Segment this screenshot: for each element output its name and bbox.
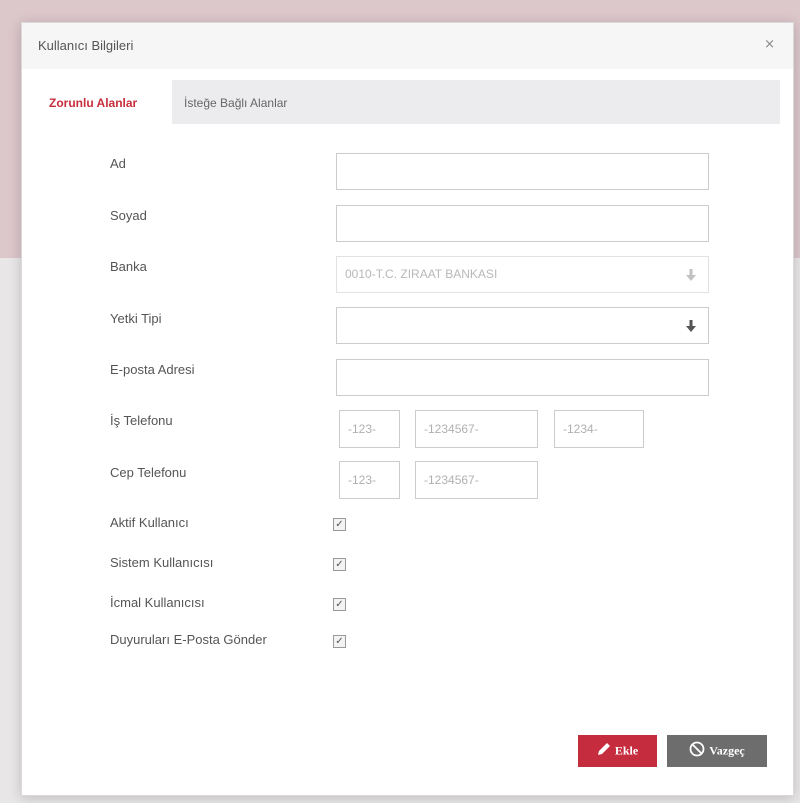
active-user-label: Aktif Kullanıcı [110,515,189,530]
email-input[interactable] [336,359,709,396]
dialog-header: Kullanıcı Bilgileri × [22,23,793,69]
summary-user-checkbox[interactable]: ✓ [333,598,346,611]
user-info-dialog: Kullanıcı Bilgileri × Zorunlu Alanlar İs… [21,22,794,796]
system-user-checkbox[interactable]: ✓ [333,558,346,571]
work-phone-extension-input[interactable] [554,410,644,448]
arrow-down-icon [686,257,696,292]
active-user-checkbox[interactable]: ✓ [333,518,346,531]
cancel-button-label: Vazgeç [709,743,745,758]
bank-label: Banka [110,259,147,274]
last-name-input[interactable] [336,205,709,242]
email-announcements-checkbox[interactable]: ✓ [333,635,346,648]
summary-user-label: İcmal Kullanıcısı [110,595,205,610]
ban-icon [689,741,705,761]
authority-type-label: Yetki Tipi [110,311,162,326]
work-phone-area-code-input[interactable] [339,410,400,448]
close-button[interactable]: × [764,37,775,52]
dialog-title: Kullanıcı Bilgileri [38,38,134,53]
mobile-phone-number-input[interactable] [415,461,538,499]
add-button-label: Ekle [614,743,639,758]
arrow-down-icon [686,308,696,343]
authority-type-select[interactable] [336,307,709,344]
last-name-label: Soyad [110,208,147,223]
add-button[interactable]: Ekle [578,735,657,767]
mobile-phone-area-code-input[interactable] [339,461,400,499]
email-label: E-posta Adresi [110,362,195,377]
first-name-label: Ad [110,156,126,171]
system-user-label: Sistem Kullanıcısı [110,555,214,570]
tab-bar: Zorunlu Alanlar İsteğe Bağlı Alanlar [38,80,780,124]
work-phone-number-input[interactable] [415,410,538,448]
tab-optional-fields[interactable]: İsteğe Bağlı Alanlar [184,80,287,124]
mobile-phone-label: Cep Telefonu [110,465,187,480]
bank-select: 0010-T.C. ZIRAAT BANKASI [336,256,709,293]
bank-select-value: 0010-T.C. ZIRAAT BANKASI [345,267,498,281]
first-name-input[interactable] [336,153,709,190]
work-phone-label: İş Telefonu [110,413,173,428]
cancel-button[interactable]: Vazgeç [667,735,767,767]
email-announcements-label: Duyuruları E-Posta Gönder [110,632,267,647]
pencil-icon [597,742,611,760]
tab-required-fields[interactable]: Zorunlu Alanlar [38,80,172,124]
